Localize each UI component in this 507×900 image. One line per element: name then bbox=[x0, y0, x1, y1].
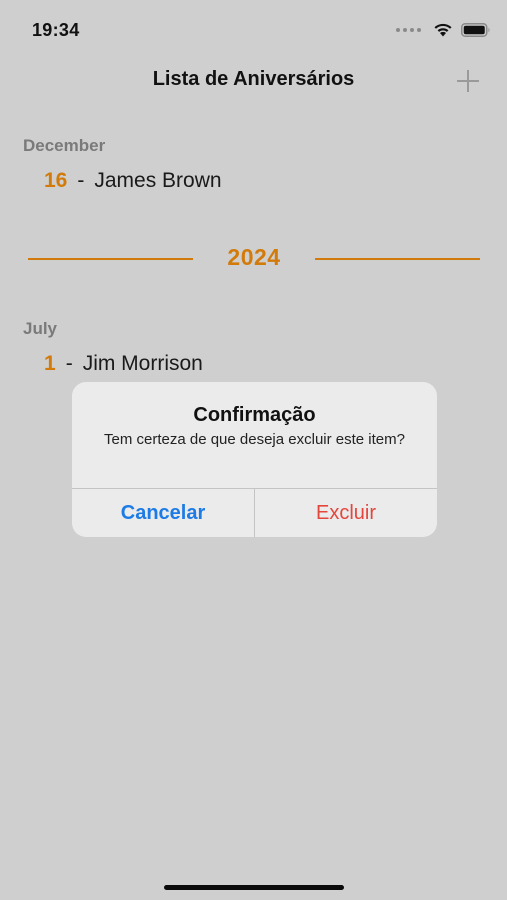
list-item[interactable]: 16 - James Brown bbox=[44, 169, 222, 193]
add-button[interactable] bbox=[453, 66, 483, 96]
status-indicators bbox=[396, 22, 491, 37]
alert-title: Confirmação bbox=[193, 404, 316, 426]
birthday-name: James Brown bbox=[94, 169, 222, 192]
separator: - bbox=[65, 352, 73, 375]
page-title: Lista de Aniversários bbox=[152, 68, 355, 90]
section-header-december: December bbox=[23, 136, 106, 155]
home-indicator[interactable] bbox=[164, 885, 344, 890]
confirmation-alert: Confirmação Tem certeza de que deseja ex… bbox=[72, 382, 437, 537]
cancel-button[interactable]: Cancelar bbox=[72, 489, 255, 537]
divider-line-right bbox=[315, 258, 480, 260]
status-bar: 19:34 bbox=[0, 0, 507, 62]
birthday-day: 16 bbox=[44, 169, 68, 192]
battery-icon bbox=[461, 22, 491, 37]
screen: 19:34 Lista de Aniversários December 16 … bbox=[0, 0, 507, 900]
signal-dots-icon bbox=[396, 27, 421, 32]
navigation-bar: Lista de Aniversários bbox=[0, 62, 507, 102]
birthday-name: Jim Morrison bbox=[82, 352, 203, 375]
delete-button[interactable]: Excluir bbox=[255, 489, 437, 537]
plus-icon bbox=[457, 70, 479, 92]
wifi-icon bbox=[433, 22, 453, 37]
section-header-july: July bbox=[23, 319, 58, 338]
separator: - bbox=[77, 169, 85, 192]
birthday-day: 1 bbox=[44, 352, 56, 375]
status-time: 19:34 bbox=[32, 20, 80, 40]
alert-message: Tem certeza de que deseja excluir este i… bbox=[104, 431, 405, 448]
list-item[interactable]: 1 - Jim Morrison bbox=[44, 352, 203, 376]
year-divider: 2024 bbox=[28, 244, 480, 274]
alert-actions: Cancelar Excluir bbox=[72, 488, 437, 537]
